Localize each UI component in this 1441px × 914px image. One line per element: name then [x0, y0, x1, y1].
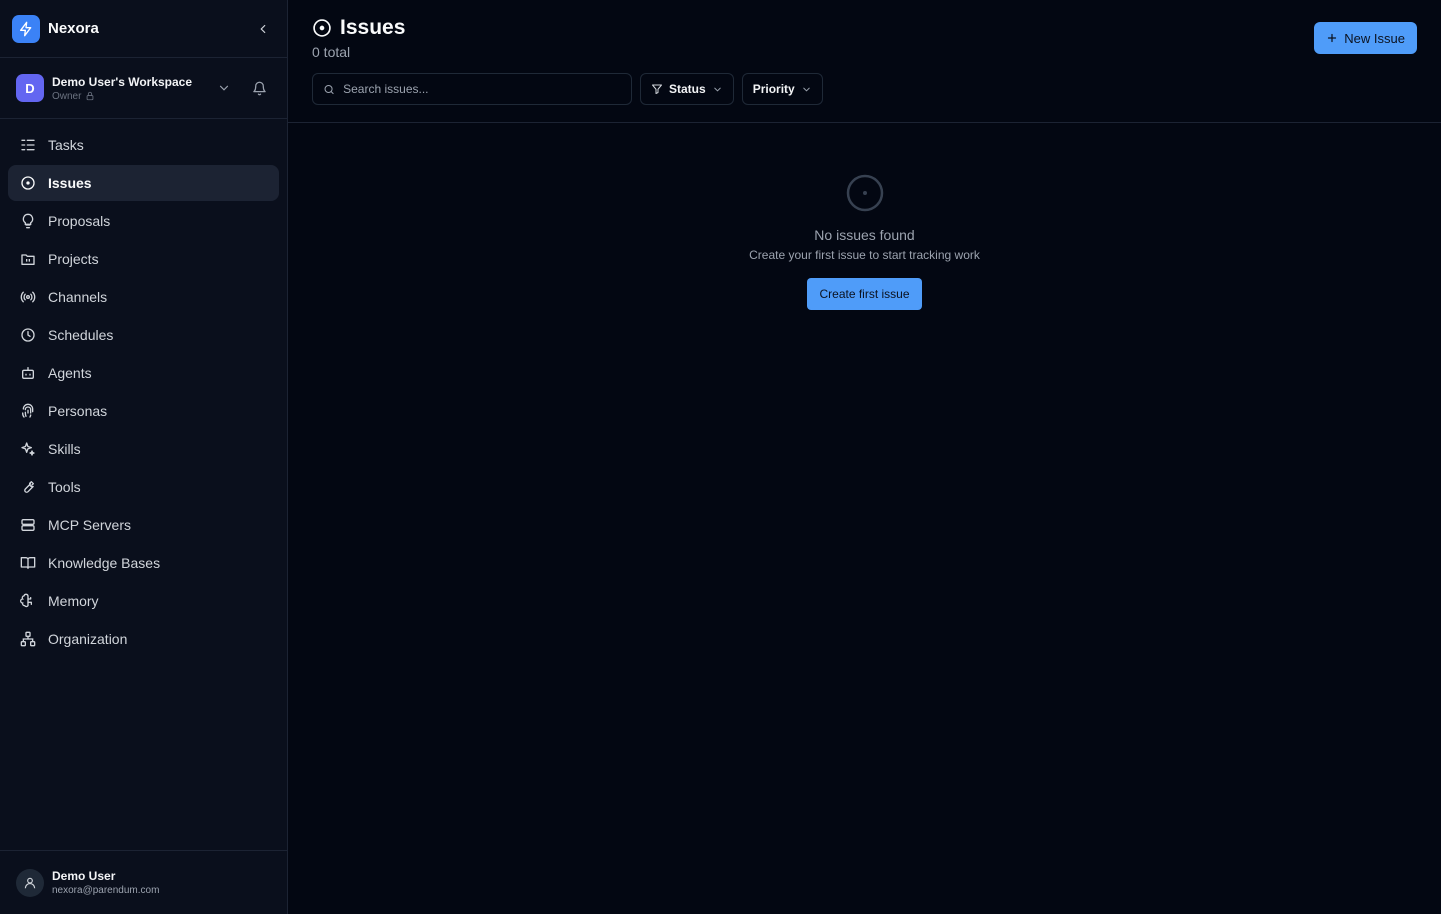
chevron-down-icon	[802, 87, 810, 92]
server-icon	[20, 517, 36, 533]
sidebar-item-skills[interactable]: Skills	[8, 431, 279, 467]
sidebar-item-label: Agents	[48, 365, 92, 381]
bot-icon	[20, 365, 36, 381]
sidebar-item-proposals[interactable]: Proposals	[8, 203, 279, 239]
lightning-icon[interactable]	[12, 14, 40, 43]
sparkles-icon	[20, 441, 36, 457]
empty-state-description: Create your first issue to start trackin…	[749, 248, 980, 262]
sidebar-item-channels[interactable]: Channels	[8, 279, 279, 315]
tasks-icon	[20, 137, 36, 153]
fingerprint-icon	[20, 403, 36, 419]
book-icon	[20, 555, 36, 571]
sidebar-item-issues[interactable]: Issues	[8, 165, 279, 201]
lightbulb-icon	[20, 213, 36, 229]
sidebar-item-projects[interactable]: Projects	[8, 241, 279, 277]
wrench-icon	[20, 479, 36, 495]
brain-icon	[20, 593, 36, 609]
sidebar-item-label: Channels	[48, 289, 108, 305]
main-content: Issues 0 total New Issue Status Priori	[288, 0, 1441, 914]
sidebar-item-organization[interactable]: Organization	[8, 621, 279, 657]
sidebar-item-memory[interactable]: Memory	[8, 583, 279, 619]
user-info: Demo User nexora@parendum.com	[52, 869, 159, 896]
collapse-sidebar-button[interactable]	[251, 17, 275, 41]
sidebar-item-label: Organization	[48, 631, 128, 647]
priority-filter-label: Priority	[752, 82, 795, 96]
broadcast-icon	[20, 289, 36, 305]
create-first-issue-button[interactable]: Create first issue	[807, 278, 922, 310]
search-input[interactable]	[343, 82, 621, 96]
user-name: Demo User	[52, 869, 116, 883]
clock-icon	[20, 327, 36, 343]
sidebar-item-label: Personas	[48, 403, 108, 419]
sidebar-item-label: Tasks	[48, 137, 84, 153]
sidebar-item-schedules[interactable]: Schedules	[8, 317, 279, 353]
search-icon	[324, 84, 334, 94]
sidebar-item-label: Memory	[48, 593, 99, 609]
sidebar-item-label: MCP Servers	[48, 517, 131, 533]
sidebar-item-label: Skills	[48, 441, 81, 457]
brand-name: Nexora	[48, 20, 99, 37]
workspace-role: Owner	[52, 90, 82, 102]
network-icon	[20, 631, 36, 647]
issues-icon	[313, 19, 331, 37]
issues-icon	[20, 175, 36, 191]
sidebar-item-tasks[interactable]: Tasks	[8, 127, 279, 163]
sidebar-item-knowledge-bases[interactable]: Knowledge Bases	[8, 545, 279, 581]
sidebar-item-tools[interactable]: Tools	[8, 469, 279, 505]
page-header: Issues 0 total New Issue Status Priori	[288, 0, 1441, 123]
workspace-name: Demo User's Workspace	[52, 74, 193, 89]
sidebar-item-label: Knowledge Bases	[48, 555, 161, 571]
user-email: nexora@parendum.com	[52, 885, 160, 896]
status-filter-label: Status	[669, 82, 706, 96]
workspace-info: Demo User's Workspace Owner	[52, 75, 212, 102]
empty-state: No issues found Create your first issue …	[288, 123, 1441, 914]
user-icon	[24, 877, 36, 888]
folder-icon	[20, 251, 36, 267]
new-issue-button[interactable]: New Issue	[1314, 22, 1417, 54]
brand-header: Nexora	[0, 0, 287, 58]
sidebar-nav: Tasks Issues Proposals Projects Channels…	[0, 119, 287, 850]
plus-icon	[1328, 33, 1337, 43]
chevron-down-icon	[713, 87, 721, 92]
status-filter-button[interactable]: Status	[640, 73, 734, 105]
workspace-dropdown-button[interactable]	[212, 76, 236, 100]
notifications-button[interactable]	[247, 76, 271, 100]
workspace-role-row: Owner	[52, 91, 212, 102]
sidebar-item-label: Proposals	[48, 213, 111, 229]
title-row: Issues	[312, 16, 1417, 40]
chevron-down-icon	[219, 85, 229, 91]
sidebar-item-label: Projects	[48, 251, 99, 267]
sidebar-item-agents[interactable]: Agents	[8, 355, 279, 391]
sidebar-item-label: Issues	[48, 175, 92, 191]
issue-count: 0 total	[312, 44, 351, 60]
sidebar-item-label: Schedules	[48, 327, 114, 343]
bell-icon	[252, 81, 266, 95]
workspace-avatar: D	[16, 74, 44, 102]
app-root: Nexora D Demo User's Workspace Owner Tas…	[0, 0, 1441, 914]
empty-state-title: No issues found	[814, 227, 915, 243]
sidebar-item-label: Tools	[48, 479, 81, 495]
filters-bar: Status Priority	[312, 73, 1417, 105]
sidebar-item-personas[interactable]: Personas	[8, 393, 279, 429]
new-issue-label: New Issue	[1344, 30, 1405, 46]
user-profile[interactable]: Demo User nexora@parendum.com	[0, 850, 287, 914]
lock-icon	[87, 91, 94, 101]
chevron-left-icon	[260, 24, 266, 33]
filter-icon	[652, 84, 662, 94]
sidebar: Nexora D Demo User's Workspace Owner Tas…	[0, 0, 288, 914]
search-box	[312, 73, 632, 105]
priority-filter-button[interactable]: Priority	[741, 73, 823, 105]
workspace-switcher[interactable]: D Demo User's Workspace Owner	[0, 58, 287, 119]
sidebar-item-mcp-servers[interactable]: MCP Servers	[8, 507, 279, 543]
issues-icon	[846, 174, 883, 212]
avatar	[16, 868, 44, 897]
page-title: Issues	[340, 16, 406, 39]
